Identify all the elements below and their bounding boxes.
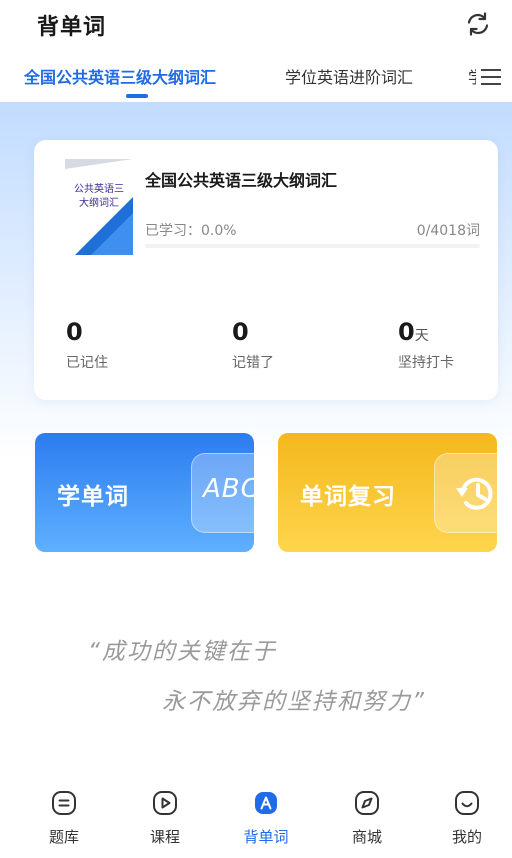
learn-words-button[interactable]: 学单词 ABC (35, 433, 254, 552)
cover-title-line2: 大纲词汇 (79, 198, 119, 209)
bottom-tab-bar: 题库 课程 背单词 商城 我的 (0, 780, 512, 858)
tabbar-mine-label: 我的 (451, 828, 482, 846)
tabbar-vocab[interactable]: 背单词 (236, 790, 296, 847)
book-name: 全国公共英语三级大纲词汇 (145, 171, 338, 190)
stat-checkin-unit: 天 (414, 328, 429, 344)
tabbar-mall-label: 商城 (351, 828, 382, 846)
word-a-icon (255, 792, 277, 814)
play-icon (153, 791, 177, 815)
tabbar-mine[interactable]: 我的 (437, 790, 497, 847)
compass-icon (355, 791, 379, 815)
active-tab-indicator (126, 94, 148, 98)
stat-checkin-label: 坚持打卡 (398, 355, 454, 371)
smile-icon (455, 791, 479, 815)
tab-book-1[interactable]: 全国公共英语三级大纲词汇 (24, 64, 216, 88)
stat-wrong-label: 记错了 (232, 355, 274, 371)
learn-words-label: 学单词 (57, 484, 129, 510)
app-header: 背单词 (0, 0, 512, 52)
tabbar-mall[interactable]: 商城 (337, 790, 397, 847)
stat-wrong: 0 记错了 (232, 318, 274, 372)
tab-book-2[interactable]: 学位英语进阶词汇 (285, 64, 413, 88)
book-cover: 公共英语三 大纲词汇 (65, 159, 133, 255)
stat-remembered-label: 已记住 (66, 355, 108, 371)
progress-count: 0/4018词 (416, 223, 480, 239)
tabbar-question-bank[interactable]: 题库 (34, 790, 94, 847)
tabbar-question-bank-label: 题库 (48, 828, 79, 846)
quote-line-1: “成功的关键在于 (88, 639, 277, 665)
refresh-button[interactable] (462, 8, 494, 40)
review-words-label: 单词复习 (300, 484, 396, 510)
vocab-book-tabs: 全国公共英语三级大纲词汇 学位英语进阶词汇 学 (0, 52, 512, 102)
page-title: 背单词 (37, 15, 107, 40)
history-icon (456, 477, 493, 510)
tabbar-course[interactable]: 课程 (135, 790, 195, 847)
question-bank-icon (52, 791, 76, 815)
refresh-icon (467, 12, 489, 36)
tabbar-course-label: 课程 (149, 828, 180, 846)
stat-wrong-value: 0 (232, 318, 249, 346)
tab-book-3[interactable]: 学 (468, 64, 476, 88)
vocab-book-card[interactable]: 公共英语三 大纲词汇 全国公共英语三级大纲词汇 已学习：0.0% 0/4018词… (34, 140, 498, 400)
stat-checkin-value: 0 (398, 318, 415, 346)
progress-label: 已学习：0.0% (145, 223, 237, 239)
tabbar-vocab-label: 背单词 (243, 828, 289, 846)
review-words-button[interactable]: 单词复习 (278, 433, 497, 552)
tab-menu-icon[interactable] (480, 66, 502, 88)
stat-checkin: 0天 坚持打卡 (398, 318, 454, 372)
stat-remembered-value: 0 (66, 318, 83, 346)
abc-icon: ABC (203, 474, 254, 504)
progress-bar (145, 244, 480, 248)
cover-title-line1: 公共英语三 (74, 184, 124, 195)
quote-line-2: 永不放弃的坚持和努力” (162, 689, 426, 715)
stat-remembered: 0 已记住 (66, 318, 108, 372)
